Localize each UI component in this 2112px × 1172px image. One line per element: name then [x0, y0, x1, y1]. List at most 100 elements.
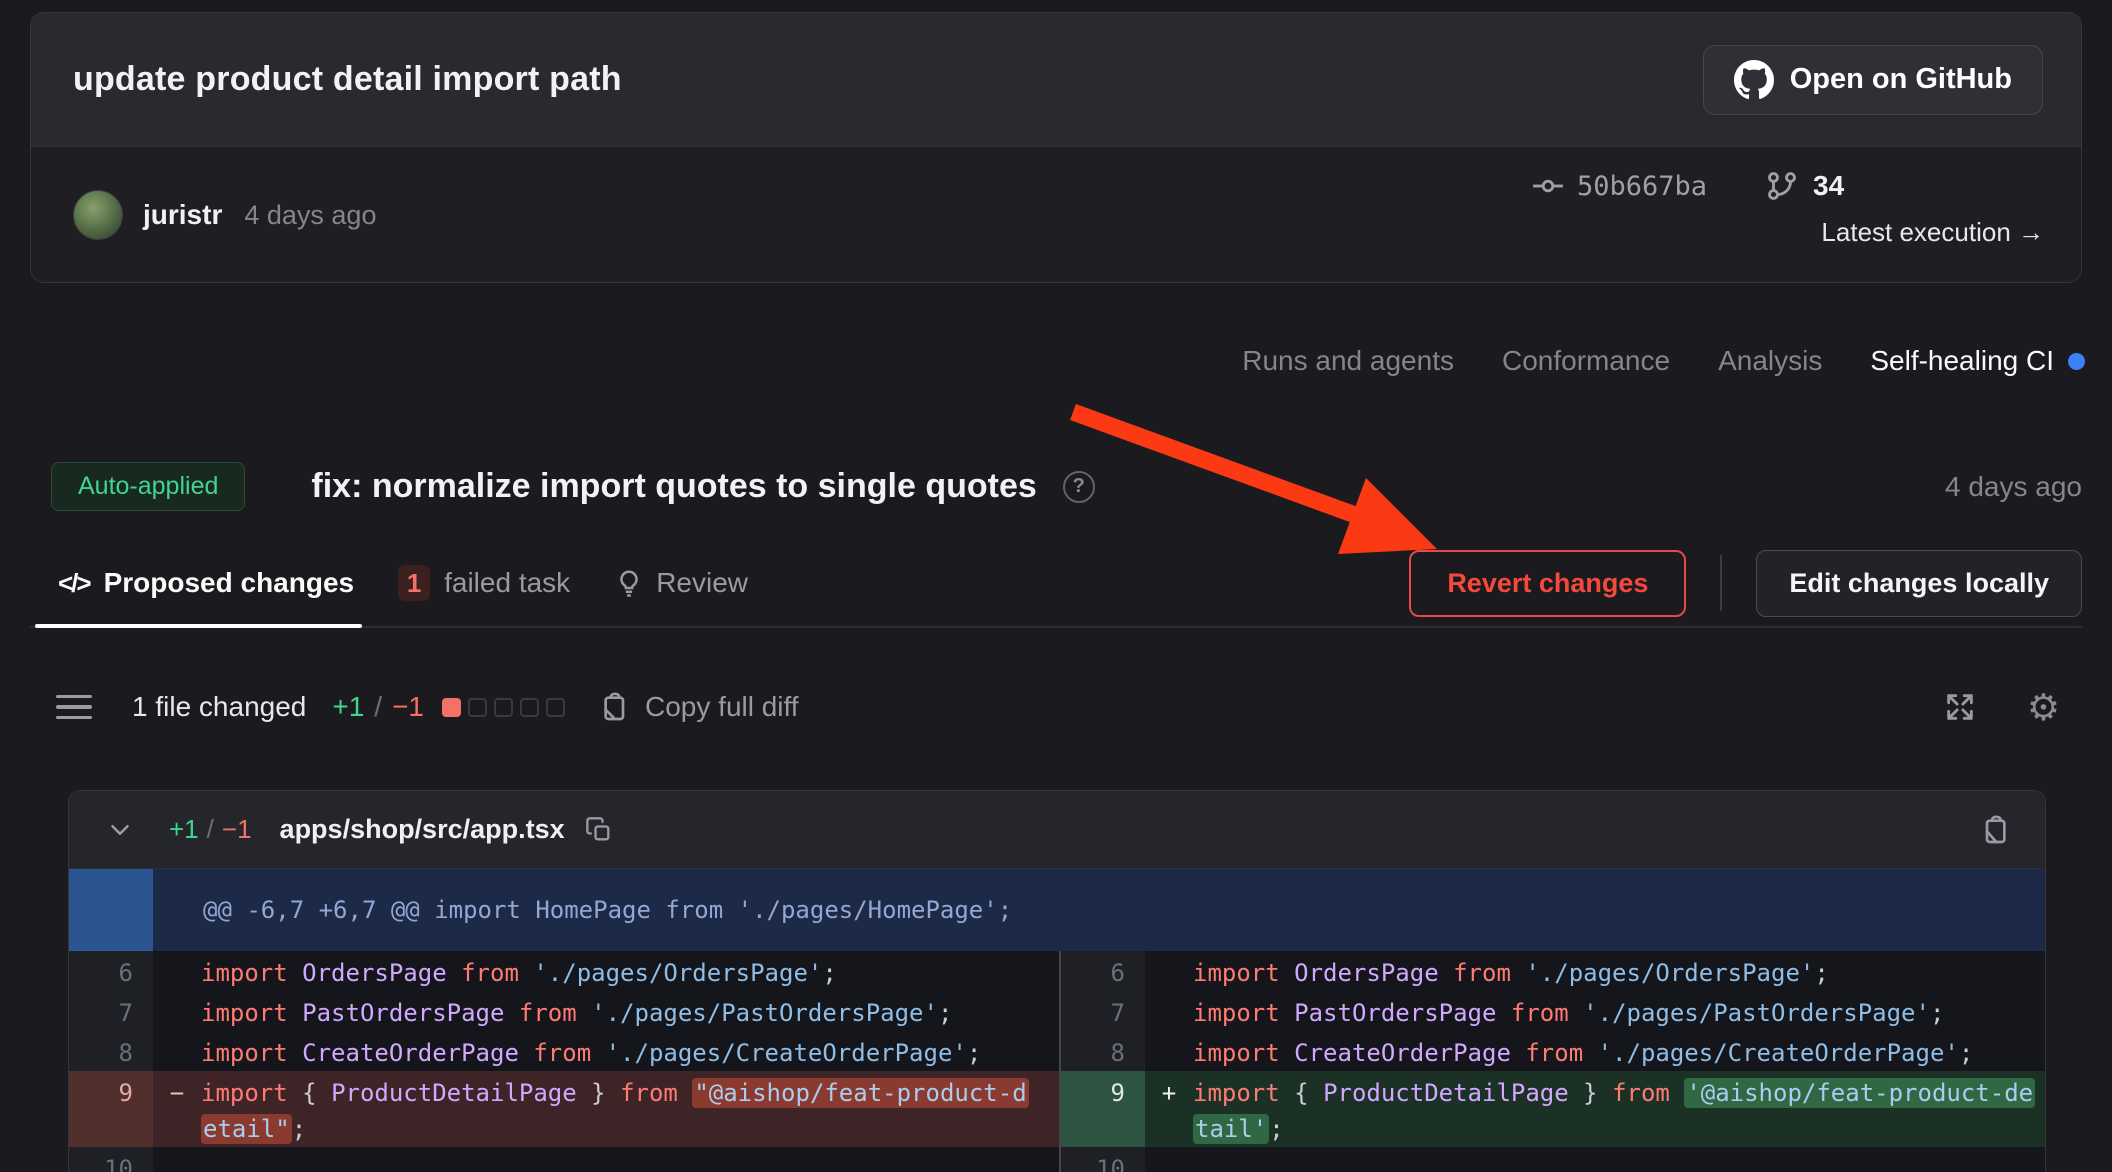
- help-icon[interactable]: ?: [1063, 471, 1095, 503]
- tab-review[interactable]: Review: [614, 567, 748, 599]
- diff-marker: [1145, 1147, 1193, 1172]
- auto-applied-badge: Auto-applied: [51, 462, 245, 511]
- line-number[interactable]: 7: [1061, 991, 1145, 1031]
- line-number[interactable]: 6: [69, 951, 153, 991]
- copy-path-icon[interactable]: [585, 816, 613, 844]
- code-text: import OrdersPage from './pages/OrdersPa…: [201, 951, 1059, 991]
- diff-file-header: +1 / −1 apps/shop/src/app.tsx: [69, 791, 2045, 869]
- tab-failed-task[interactable]: 1 failed task: [398, 565, 570, 601]
- code-text: import CreateOrderPage from './pages/Cre…: [201, 1031, 1059, 1071]
- diff-marker: [153, 1147, 201, 1172]
- tab-proposed-changes[interactable]: </> Proposed changes: [58, 567, 354, 599]
- diff-marker: [153, 1031, 201, 1071]
- nav: Runs and agents Conformance Analysis Self-h…: [1242, 345, 2085, 377]
- commit-sha[interactable]: 50b667ba: [1577, 171, 1707, 202]
- toolbar-slash: /: [374, 691, 382, 723]
- code-text: import { ProductDetailPage } from '@aish…: [1193, 1071, 2045, 1147]
- nav-item-label: Analysis: [1718, 345, 1822, 377]
- nav-item-self-healing-ci[interactable]: Self-healing CI: [1870, 345, 2085, 377]
- branch-count[interactable]: 34: [1813, 170, 1844, 202]
- diff-stat-block-empty: [468, 698, 487, 717]
- code-icon: </>: [58, 568, 90, 599]
- nav-item-label: Self-healing CI: [1870, 345, 2054, 377]
- file-additions: +1: [169, 814, 199, 845]
- code-text: import { ProductDetailPage } from "@aish…: [201, 1071, 1059, 1147]
- line-number[interactable]: 9: [1061, 1071, 1145, 1147]
- diff-marker: [1145, 1031, 1193, 1071]
- fix-row: Auto-applied fix: normalize import quote…: [51, 462, 2082, 511]
- self-healing-ci-page: update product detail import path Open o…: [0, 0, 2112, 1172]
- diff-line-left: 10: [69, 1147, 1059, 1172]
- avatar[interactable]: [73, 190, 123, 240]
- nav-item-label: Runs and agents: [1242, 345, 1454, 377]
- open-on-github-label: Open on GitHub: [1790, 63, 2012, 96]
- diff-marker: +: [1145, 1071, 1193, 1147]
- copy-file-diff-icon[interactable]: [1979, 814, 2011, 846]
- tab-review-label: Review: [656, 567, 748, 599]
- fullscreen-button[interactable]: [1943, 690, 1977, 724]
- commit-card-header: update product detail import path Open o…: [31, 13, 2081, 147]
- fix-title: fix: normalize import quotes to single q…: [311, 467, 1036, 506]
- clipboard-icon: [599, 691, 631, 723]
- open-on-github-button[interactable]: Open on GitHub: [1703, 45, 2043, 115]
- toolbar-additions: +1: [332, 691, 364, 723]
- diff-row: 7 import PastOrdersPage from './pages/Pas…: [69, 991, 2045, 1031]
- hunk-header: @@ -6,7 +6,7 @@ import HomePage from './…: [69, 869, 2045, 951]
- github-icon: [1734, 60, 1774, 100]
- diff-marker: −: [153, 1071, 201, 1147]
- diff-line-right: 6import OrdersPage from './pages/OrdersP…: [1061, 951, 2045, 991]
- code-text: [1193, 1147, 2045, 1172]
- file-deletions: −1: [222, 814, 252, 845]
- diff-marker: [1145, 951, 1193, 991]
- button-separator: [1720, 555, 1722, 611]
- line-number[interactable]: 6: [1061, 951, 1145, 991]
- toolbar-deletions: −1: [392, 691, 424, 723]
- diff-stat-block-empty: [546, 698, 565, 717]
- failed-count-badge: 1: [398, 565, 430, 601]
- diff-line-left: 6 import OrdersPage from './pages/OrdersP…: [69, 951, 1059, 991]
- fullscreen-icon: [1943, 690, 1977, 724]
- nav-item-conformance[interactable]: Conformance: [1502, 345, 1670, 377]
- diff-line-right: 9+import { ProductDetailPage } from '@ai…: [1061, 1071, 2045, 1147]
- code-text: [201, 1147, 1059, 1172]
- chevron-down-icon[interactable]: [105, 815, 135, 845]
- file-list-menu-icon[interactable]: [56, 688, 92, 727]
- diff-stat-blocks: [442, 698, 565, 717]
- commit-card: update product detail import path Open o…: [30, 12, 2082, 283]
- diff-line-left: 7import PastOrdersPage from './pages/Pas…: [69, 991, 1059, 1031]
- diff-stat-block-empty: [520, 698, 539, 717]
- revert-changes-button[interactable]: Revert changes: [1409, 550, 1686, 617]
- line-number[interactable]: 7: [69, 991, 153, 1031]
- diff-row: 8import CreateOrderPage from './pages/Cr…: [69, 1031, 2045, 1071]
- settings-button[interactable]: ⚙: [2027, 689, 2060, 726]
- active-tab-underline: [35, 624, 362, 628]
- commit-time: 4 days ago: [244, 200, 376, 231]
- file-path: apps/shop/src/app.tsx: [280, 814, 565, 845]
- diff-marker: [153, 951, 201, 991]
- line-number[interactable]: 10: [1061, 1147, 1145, 1172]
- line-number[interactable]: 9: [69, 1071, 153, 1147]
- commit-icon: [1531, 169, 1565, 203]
- diff-stat-block-filled: [442, 698, 461, 717]
- copy-full-diff-button[interactable]: Copy full diff: [599, 691, 799, 723]
- diff-line-right: 8import CreateOrderPage from './pages/Cr…: [1061, 1031, 2045, 1071]
- nav-item-label: Conformance: [1502, 345, 1670, 377]
- latest-execution-link[interactable]: Latest execution →: [1531, 217, 2044, 248]
- edit-changes-locally-button[interactable]: Edit changes locally: [1756, 550, 2082, 617]
- line-number[interactable]: 8: [69, 1031, 153, 1071]
- diff-marker: [153, 991, 201, 1031]
- actions: Revert changes Edit changes locally: [1409, 550, 2082, 617]
- commit-meta: 50b667ba 34 Latest execution →: [1531, 169, 2044, 248]
- nav-item-analysis[interactable]: Analysis: [1718, 345, 1822, 377]
- diff-row: 10 10: [69, 1147, 2045, 1172]
- author-name: juristr: [143, 199, 222, 231]
- copy-full-diff-label: Copy full diff: [645, 691, 799, 723]
- file-slash: /: [207, 814, 214, 845]
- diff-marker: [1145, 991, 1193, 1031]
- code-text: import PastOrdersPage from './pages/Past…: [1193, 991, 2045, 1031]
- diff-row: 9−import { ProductDetailPage } from "@ai…: [69, 1071, 2045, 1147]
- line-number[interactable]: 8: [1061, 1031, 1145, 1071]
- commit-title: update product detail import path: [73, 60, 622, 99]
- nav-item-runs-and-agents[interactable]: Runs and agents: [1242, 345, 1454, 377]
- line-number[interactable]: 10: [69, 1147, 153, 1172]
